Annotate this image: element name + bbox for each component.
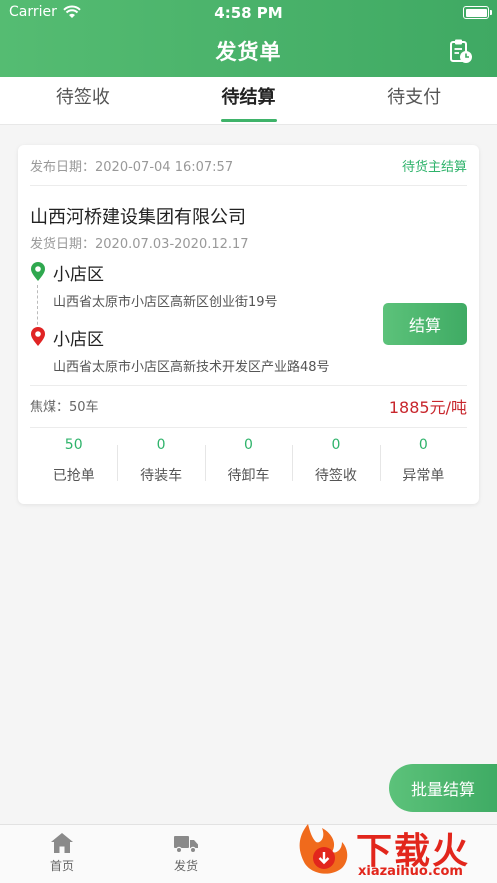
destination-address: 山西省太原市小店区高新技术开发区产业路48号 bbox=[53, 360, 330, 375]
ship-date-row: 发货日期：2020.07.03-2020.12.17 bbox=[30, 233, 249, 252]
stat-label: 待签收 bbox=[314, 468, 357, 484]
stat-awaiting-loading[interactable]: 0 待装车 bbox=[117, 435, 204, 487]
ship-date-range: 2020.07.03-2020.12.17 bbox=[95, 237, 249, 252]
nav-item-home[interactable]: 首页 bbox=[32, 831, 92, 874]
stat-label: 待卸车 bbox=[227, 468, 270, 484]
home-icon bbox=[51, 833, 73, 853]
publish-date: 2020-07-04 16:07:57 bbox=[95, 160, 234, 175]
stat-label: 已抢单 bbox=[52, 468, 95, 484]
order-stats: 50 已抢单 0 待装车 0 待卸车 0 待签收 0 异常单 bbox=[30, 435, 467, 487]
watermark-logo: 下载火 xiazaihuo.com bbox=[290, 818, 497, 883]
cargo-row: 焦煤：50车 1885元/吨 bbox=[30, 396, 467, 418]
clock: 4:58 PM bbox=[214, 4, 283, 22]
stat-value: 0 bbox=[156, 437, 166, 453]
stat-value: 0 bbox=[331, 437, 341, 453]
flame-logo-icon bbox=[299, 824, 348, 874]
stat-awaiting-receipt[interactable]: 0 待签收 bbox=[292, 435, 379, 487]
clipboard-clock-icon[interactable] bbox=[449, 38, 473, 64]
destination-name: 小店区 bbox=[53, 330, 104, 350]
route-connector bbox=[37, 285, 38, 330]
stat-label: 待装车 bbox=[140, 468, 183, 484]
nav-item-label: 发货 bbox=[173, 859, 198, 873]
page-title: 发货单 bbox=[215, 40, 282, 64]
order-tabs: 待签收 待结算 待支付 bbox=[0, 77, 497, 125]
tab-pending-payment[interactable]: 待支付 bbox=[331, 77, 497, 124]
nav-item-label: 首页 bbox=[49, 859, 74, 873]
status-badge: 待货主结算 bbox=[401, 160, 467, 175]
header: Carrier 4:58 PM 发货单 bbox=[0, 0, 497, 77]
batch-settle-button[interactable]: 批量结算 bbox=[389, 764, 497, 812]
ship-date-label: 发货日期： bbox=[30, 237, 96, 252]
stat-abnormal[interactable]: 0 异常单 bbox=[379, 435, 467, 487]
truck-icon bbox=[174, 836, 198, 854]
stat-awaiting-unloading[interactable]: 0 待卸车 bbox=[204, 435, 292, 487]
order-card[interactable]: 发布日期：2020-07-04 16:07:57 待货主结算 山西河桥建设集团有… bbox=[18, 145, 479, 504]
stat-value: 50 bbox=[64, 437, 83, 453]
origin-name: 小店区 bbox=[53, 265, 104, 285]
origin-pin-icon bbox=[31, 262, 45, 281]
stat-value: 0 bbox=[244, 437, 253, 453]
divider bbox=[30, 185, 467, 186]
publish-row: 发布日期：2020-07-04 16:07:57 待货主结算 bbox=[30, 156, 467, 176]
battery-icon bbox=[463, 6, 492, 19]
nav-item-shipping[interactable]: 发货 bbox=[156, 831, 216, 874]
destination-pin-icon bbox=[31, 327, 45, 346]
watermark-url: xiazaihuo.com bbox=[358, 864, 463, 879]
tab-pending-receipt[interactable]: 待签收 bbox=[0, 77, 166, 124]
divider bbox=[30, 427, 467, 428]
cargo-type: 焦煤： bbox=[30, 400, 70, 415]
origin-address: 山西省太原市小店区高新区创业街19号 bbox=[53, 295, 278, 310]
unit-price: 1885元/吨 bbox=[388, 398, 467, 417]
stat-value: 0 bbox=[418, 437, 428, 453]
tab-pending-settlement[interactable]: 待结算 bbox=[166, 77, 332, 124]
stat-label: 异常单 bbox=[402, 468, 445, 484]
status-bar: Carrier 4:58 PM bbox=[0, 0, 497, 26]
publish-date-label: 发布日期： bbox=[30, 160, 96, 175]
truck-count: 50车 bbox=[69, 400, 99, 415]
divider bbox=[30, 385, 467, 386]
stat-grabbed[interactable]: 50 已抢单 bbox=[30, 435, 117, 487]
settle-button[interactable]: 结算 bbox=[383, 303, 467, 345]
company-name: 山西河桥建设集团有限公司 bbox=[30, 207, 246, 228]
